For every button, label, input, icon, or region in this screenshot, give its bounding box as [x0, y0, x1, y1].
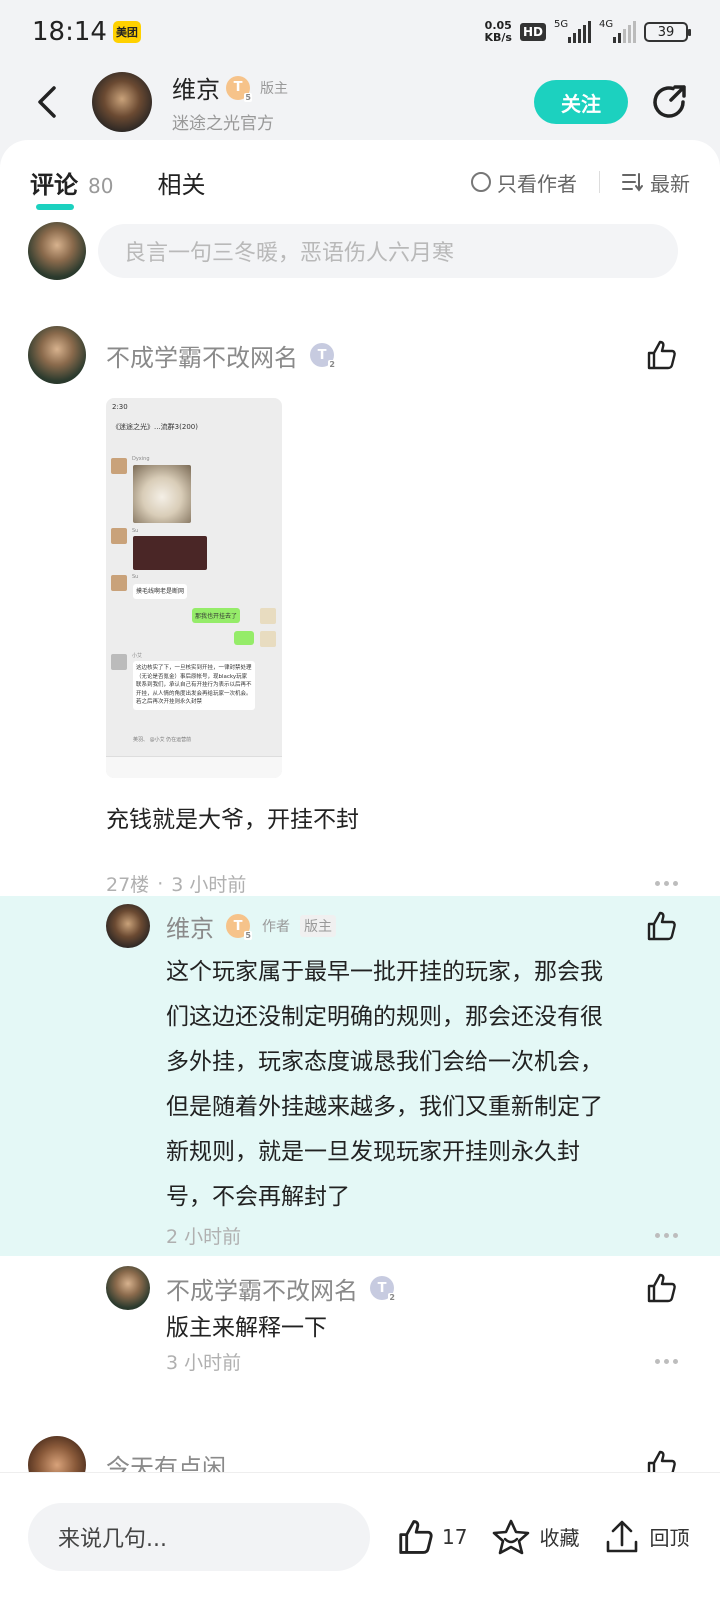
comments-panel: 评论 80 相关 只看作者 最新 良言一句三冬暖，恶语伤人六月寒 不成学霸不改网… [0, 140, 720, 1472]
favorite-button[interactable]: 收藏 [491, 1518, 579, 1556]
star-icon [493, 1519, 530, 1554]
level-badge-icon: T5 [226, 75, 252, 102]
post-header: 维京 T5 版主 迷途之光官方 关注 [0, 64, 720, 140]
screenshot-input-bar [106, 756, 282, 778]
screenshot-user2: Su [132, 528, 139, 534]
screenshot-user3: Su [132, 574, 139, 580]
signal-5g-icon: 5G [554, 19, 591, 43]
battery-icon: 39 [644, 22, 691, 42]
meta-separator: · [157, 872, 164, 895]
status-indicators: 0.05 KB/s HD 5G 4G 39 [485, 19, 691, 44]
moderator-tag: 版主 [300, 915, 336, 937]
reply-text: 这个玩家属于最早一批开挂的玩家，那会我 们这边还没制定明确的规则，那会还没有很 … [166, 959, 603, 1210]
status-time: 18:14 [32, 17, 107, 47]
reply-author-name[interactable]: 维京 [166, 909, 214, 944]
comment-input[interactable]: 良言一句三冬暖，恶语伤人六月寒 [98, 224, 678, 278]
author-subtitle: 迷途之光官方 [172, 114, 274, 134]
comment-image[interactable]: 2:30 《迷途之光》...流群3(200) Dyxing Su Su 摸毛线啊… [106, 398, 282, 778]
comment-input-row: 良言一句三冬暖，恶语伤人六月寒 [28, 222, 678, 280]
commenter-avatar[interactable] [28, 326, 86, 384]
author-only-label: 只看作者 [497, 171, 577, 196]
meituan-app-icon: 美团 [112, 21, 141, 43]
follow-button[interactable]: 关注 [534, 80, 628, 124]
tab-comments-label: 评论 [30, 170, 78, 199]
commenter-name[interactable]: 不成学霸不改网名 [106, 338, 298, 373]
comment-item: 不成学霸不改网名 T2 2:30 《迷途之光》...流群3(200) Dyxin… [28, 326, 678, 897]
like-button[interactable]: 17 [396, 1518, 467, 1556]
commenter-avatar[interactable] [28, 1436, 86, 1472]
tab-related[interactable]: 相关 [157, 165, 205, 200]
screenshot-msg2: 那我也开挂去了 [192, 608, 241, 623]
tab-comments[interactable]: 评论 80 [30, 165, 114, 210]
reply-time: 2 小时前 [166, 1226, 242, 1248]
level-badge-icon: T2 [310, 343, 336, 369]
author-info: 维京 T5 版主 迷途之光官方 [172, 70, 292, 134]
reply-item: 不成学霸不改网名 T2 版主来解释一下 3 小时前 [106, 1266, 678, 1375]
reply-author-name[interactable]: 不成学霸不改网名 [166, 1271, 358, 1306]
author-name[interactable]: 维京 [172, 70, 220, 105]
comment-item: 今天有点闲 [28, 1436, 678, 1472]
signal-4g-label: 4G [599, 19, 614, 30]
reply-author-avatar[interactable] [106, 1266, 150, 1310]
battery-level: 39 [657, 24, 675, 40]
like-icon[interactable] [644, 909, 678, 943]
comment-floor: 27楼 [106, 874, 150, 896]
radio-icon [471, 172, 491, 192]
reply-highlight: 维京 T5 作者 版主 这个玩家属于最早一批开挂的玩家，那会我 们这边还没制定明… [0, 896, 720, 1256]
moderator-tag: 版主 [260, 80, 288, 97]
screenshot-notice: 这边核实了下，一旦核实到开挂，一律封禁处理（无论是否氪金）事后原帐号，现blac… [133, 661, 255, 710]
share-icon[interactable] [648, 81, 690, 123]
back-to-top-button[interactable]: 回顶 [603, 1518, 689, 1556]
comment-tabs: 评论 80 相关 只看作者 最新 [0, 140, 720, 224]
tab-comments-count: 80 [88, 173, 114, 198]
level-badge-icon: T2 [370, 1276, 396, 1302]
signal-5g-label: 5G [554, 19, 569, 30]
comment-time: 3 小时前 [171, 874, 247, 896]
thumbs-up-icon [399, 1519, 433, 1554]
reply-item: 维京 T5 作者 版主 这个玩家属于最早一批开挂的玩家，那会我 们这边还没制定明… [106, 904, 678, 1249]
author-tag: 作者 [262, 919, 290, 935]
like-icon[interactable] [644, 338, 678, 372]
more-icon[interactable] [655, 1359, 678, 1364]
author-only-filter[interactable]: 只看作者 [471, 168, 577, 197]
comment-text: 充钱就是大爷，开挂不封 [106, 807, 359, 833]
tab-related-label: 相关 [157, 170, 206, 199]
signal-4g-icon: 4G [599, 19, 636, 43]
reply-time: 3 小时前 [166, 1352, 242, 1374]
screenshot-notice-user: 小艾 [132, 653, 143, 659]
network-speed-unit: KB/s [484, 31, 512, 44]
reply-author-avatar[interactable] [106, 904, 150, 948]
sort-button[interactable]: 最新 [622, 168, 690, 197]
reply-text: 版主来解释一下 [166, 1315, 327, 1341]
like-icon[interactable] [644, 1448, 678, 1472]
hd-icon: HD [519, 23, 546, 41]
like-icon[interactable] [644, 1271, 678, 1305]
network-speed: 0.05 KB/s [485, 20, 512, 44]
favorite-label: 收藏 [539, 1526, 580, 1550]
screenshot-msg1: 摸毛线啊老是断网 [133, 584, 188, 599]
screenshot-status: 2:30 [112, 403, 128, 411]
bottom-comment-input[interactable]: 来说几句... [28, 1502, 370, 1571]
upload-arrow-icon [607, 1520, 638, 1552]
author-avatar[interactable] [92, 72, 152, 132]
more-icon[interactable] [655, 881, 678, 886]
sort-icon [622, 173, 643, 192]
back-arrow-icon[interactable] [30, 85, 64, 119]
level-badge-icon: T5 [226, 914, 252, 940]
divider [599, 171, 600, 193]
my-avatar [28, 222, 86, 280]
like-count: 17 [442, 1524, 468, 1549]
back-to-top-label: 回顶 [649, 1526, 690, 1550]
status-bar: 18:14 美团 0.05 KB/s HD 5G 4G 39 [0, 0, 720, 64]
sort-label: 最新 [650, 171, 690, 196]
commenter-name[interactable]: 今天有点闲 [106, 1448, 226, 1473]
bottom-action-bar: 来说几句... 17 收藏 回顶 [0, 1472, 720, 1600]
screenshot-chat-title: 《迷途之光》...流群3(200) [112, 423, 198, 431]
screenshot-quote: 英羽、 @小艾 仍在运营前 [133, 737, 192, 743]
screenshot-user1: Dyxing [132, 456, 150, 462]
more-icon[interactable] [655, 1233, 678, 1238]
